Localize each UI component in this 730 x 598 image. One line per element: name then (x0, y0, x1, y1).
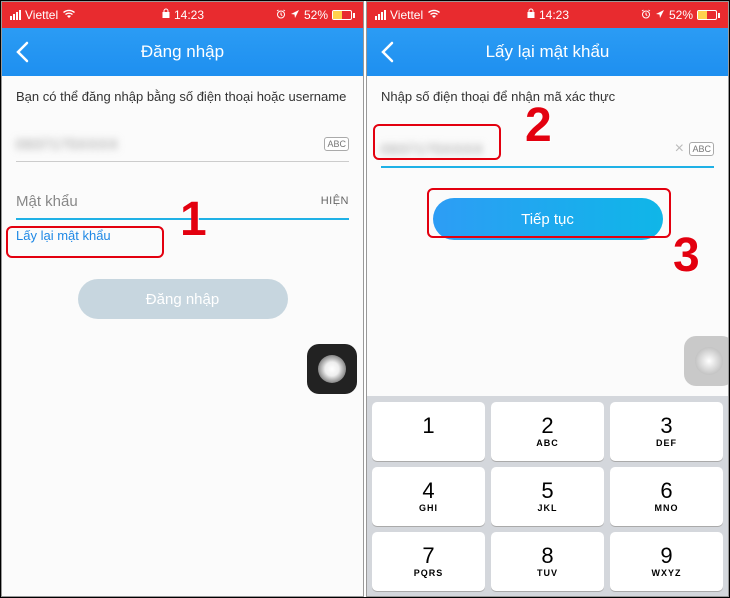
battery-icon (697, 10, 720, 20)
location-icon (655, 8, 665, 22)
recover-password-screen: Viettel 14:23 52% Lấy lại mật khẩu (366, 1, 729, 597)
continue-button[interactable]: Tiếp tục (433, 198, 663, 240)
login-content: Bạn có thể đăng nhập bằng số điện thoại … (2, 76, 363, 596)
keypad-key-8[interactable]: 8TUV (491, 532, 604, 591)
clear-input-icon[interactable]: × (675, 140, 684, 158)
page-title: Lấy lại mật khẩu (367, 42, 728, 62)
keyboard-mode-badge[interactable]: ABC (324, 137, 349, 151)
side-by-side-container: Viettel 14:23 52% Đăng nhập (0, 0, 730, 598)
nav-bar: Đăng nhập (2, 28, 363, 76)
battery-pct: 52% (304, 8, 328, 22)
alarm-icon (276, 8, 286, 22)
signal-icon (10, 10, 21, 20)
back-button[interactable] (367, 28, 407, 76)
assistive-touch-icon[interactable] (307, 344, 357, 394)
page-title: Đăng nhập (2, 42, 363, 62)
status-bar: Viettel 14:23 52% (367, 2, 728, 28)
instruction-text: Nhập số điện thoại để nhận mã xác thực (367, 76, 728, 116)
signal-icon (375, 10, 386, 20)
phone-input[interactable]: 0937175XXXX ABC (16, 126, 349, 162)
keyboard-mode-badge[interactable]: ABC (689, 142, 714, 156)
password-input[interactable]: Mật khẩu HIỆN (16, 184, 349, 220)
keypad-key-9[interactable]: 9WXYZ (610, 532, 723, 591)
alarm-icon (641, 8, 651, 22)
keypad-key-1[interactable]: 1 (372, 402, 485, 461)
keypad-key-5[interactable]: 5JKL (491, 467, 604, 526)
battery-icon (332, 10, 355, 20)
location-icon (290, 8, 300, 22)
keypad-key-6[interactable]: 6MNO (610, 467, 723, 526)
battery-pct: 52% (669, 8, 693, 22)
assistive-touch-icon[interactable] (684, 336, 729, 386)
wifi-icon (62, 8, 76, 22)
wifi-icon (427, 8, 441, 22)
phone-input[interactable]: 0937175XXXX × ABC (381, 132, 714, 168)
back-button[interactable] (2, 28, 42, 76)
forgot-password-link[interactable]: Lấy lại mật khẩu (2, 220, 363, 251)
phone-value-masked: 0937175XXXX (381, 141, 484, 157)
login-button[interactable]: Đăng nhập (78, 279, 288, 319)
keypad-key-2[interactable]: 2ABC (491, 402, 604, 461)
phone-value-masked: 0937175XXXX (16, 136, 119, 152)
carrier-label: Viettel (25, 8, 58, 22)
lock-icon (161, 8, 170, 22)
instruction-text: Bạn có thể đăng nhập bằng số điện thoại … (2, 76, 363, 116)
status-time: 14:23 (539, 8, 569, 22)
nav-bar: Lấy lại mật khẩu (367, 28, 728, 76)
status-time: 14:23 (174, 8, 204, 22)
login-screen: Viettel 14:23 52% Đăng nhập (1, 1, 364, 597)
lock-icon (526, 8, 535, 22)
keypad-key-3[interactable]: 3DEF (610, 402, 723, 461)
carrier-label: Viettel (390, 8, 423, 22)
numeric-keypad: 12ABC3DEF 4GHI5JKL6MNO 7PQRS8TUV9WXYZ (367, 396, 728, 596)
keypad-key-4[interactable]: 4GHI (372, 467, 485, 526)
password-placeholder: Mật khẩu (16, 193, 321, 210)
recover-content: Nhập số điện thoại để nhận mã xác thực 0… (367, 76, 728, 596)
show-password-toggle[interactable]: HIỆN (321, 195, 349, 207)
status-bar: Viettel 14:23 52% (2, 2, 363, 28)
keypad-key-7[interactable]: 7PQRS (372, 532, 485, 591)
